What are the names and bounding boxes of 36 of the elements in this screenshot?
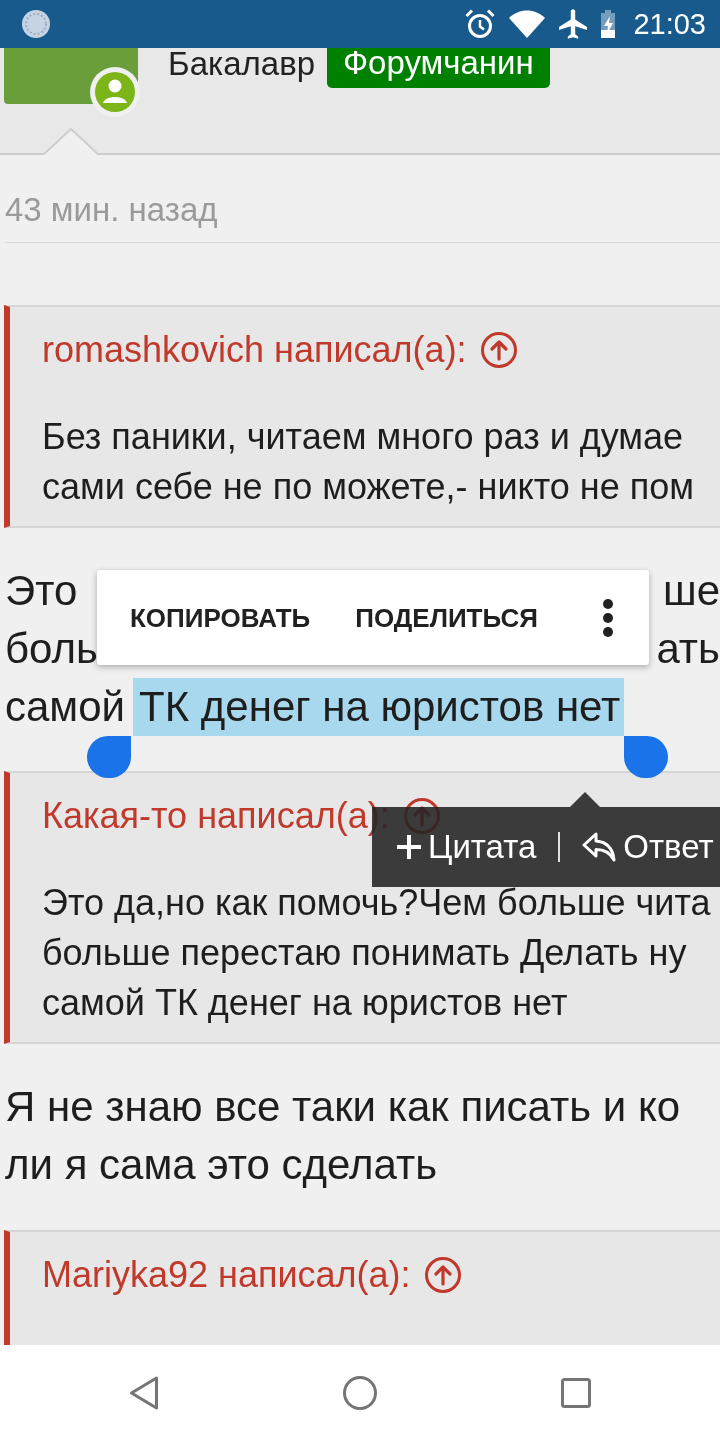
quote-author: romashkovich написал(а): [42, 328, 467, 372]
post-text: ше [662, 566, 720, 616]
disc-icon [22, 10, 50, 38]
reply-button[interactable]: Ответ [582, 827, 714, 867]
post-time: 43 мин. назад [4, 190, 218, 230]
person-badge-icon [90, 67, 140, 117]
status-time: 21:03 [633, 7, 706, 41]
copy-button[interactable]: КОПИРОВАТЬ [130, 601, 311, 634]
alarm-clock-icon [465, 9, 496, 39]
selection-handle[interactable] [87, 736, 132, 778]
battery-icon [601, 10, 616, 38]
recent-apps-icon[interactable] [561, 1377, 591, 1408]
post-text: самой [5, 682, 126, 732]
home-icon[interactable] [343, 1375, 377, 1410]
popup-pointer [570, 792, 600, 807]
post-text: ать [656, 624, 720, 674]
post-text: боль [5, 624, 98, 674]
reply-icon [582, 832, 617, 862]
more-options-icon[interactable] [603, 598, 613, 637]
post-text: Я не знаю все таки как писать и ко ли я сама это сделать [4, 1082, 681, 1190]
add-quote-button[interactable]: Цитата [397, 827, 537, 867]
user-rank: Бакалавр [168, 48, 316, 80]
share-button[interactable]: ПОДЕЛИТЬСЯ [355, 601, 538, 634]
back-icon[interactable] [129, 1375, 159, 1410]
quote-text: Это да,но как помочь?Чем больше чита больше перестаю понимать Делать ну самой ТК денег на юристов нет [42, 881, 711, 1025]
plus-icon [397, 835, 421, 859]
arrow-up-circle-icon[interactable] [424, 1257, 461, 1293]
post-text: Это [5, 566, 78, 616]
wifi-icon [509, 10, 546, 38]
arrow-up-circle-icon[interactable] [480, 332, 517, 368]
user-group-badge: Форумчанин [327, 48, 550, 88]
selection-handle[interactable] [624, 736, 669, 778]
selected-text: ТК денег на юристов нет [133, 678, 625, 736]
airplane-icon [559, 9, 588, 39]
quote-author: Mariyka92 написал(а): [42, 1253, 411, 1297]
quote-text: Без паники, читаем много раз и думае сами себе не по можете,- никто не пом [42, 415, 694, 509]
